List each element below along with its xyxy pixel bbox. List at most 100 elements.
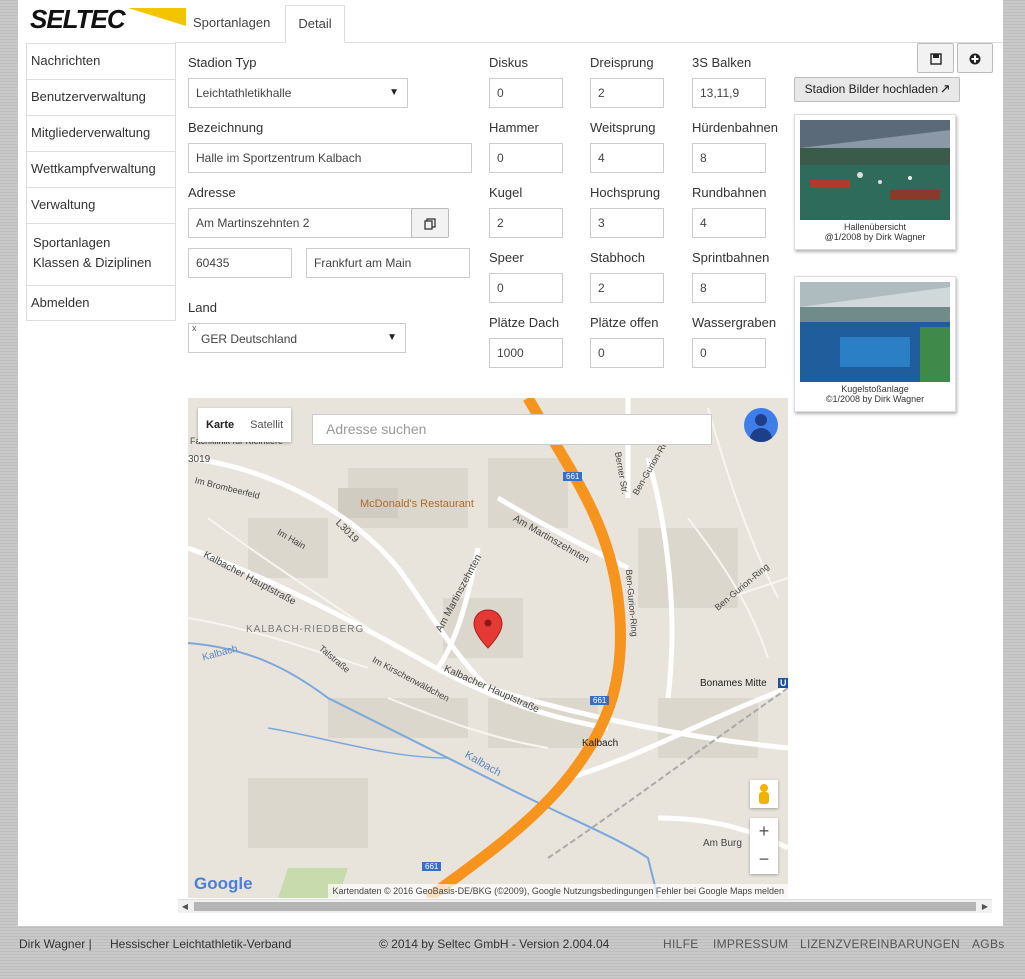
photo-kugelstoss [800,282,950,382]
facility-input[interactable]: 0 [590,338,664,368]
sidebar-item-abmelden[interactable]: Abmelden [26,285,176,321]
sidebar-subitem-sportanlagen[interactable]: Sportanlagen [33,233,171,253]
map-type-satellit[interactable]: Satellit [242,408,291,442]
sidebar-item-wettkampfverwaltung[interactable]: Wettkampfverwaltung [26,151,176,187]
scroll-left-icon[interactable]: ◀ [178,900,192,913]
zoom-out-button[interactable]: − [750,846,778,874]
footer: Dirk Wagner | Hessischer Leichtathletik-… [0,926,1025,979]
facility-input[interactable]: 0 [692,338,766,368]
horizontal-scrollbar[interactable]: ◀ ▶ [178,899,992,913]
sidebar-item-nachrichten[interactable]: Nachrichten [26,43,176,79]
bezeichnung-label: Bezeichnung [188,120,264,135]
tab-detail[interactable]: Detail [285,5,345,43]
city-input[interactable]: Frankfurt am Main [306,248,470,278]
upload-images-button[interactable]: Stadion Bilder hochladen 🡕 [794,77,960,102]
arrow-up-icon: 🡕 [941,82,950,96]
facility-label: Stabhoch [590,250,645,265]
sidebar-subitem-klassen[interactable]: Klassen & Diziplinen [33,253,171,273]
land-label: Land [188,300,217,315]
google-map[interactable]: McDonald's Restaurant Am Martinszehnten … [188,398,788,898]
bezeichnung-input[interactable]: Halle im Sportzentrum Kalbach [188,143,472,173]
map-type-control: Karte Satellit [198,408,292,442]
sidebar-item-verwaltung[interactable]: Verwaltung [26,187,176,223]
zoom-in-button[interactable]: + [750,818,778,846]
facility-label: Plätze Dach [489,315,560,330]
plus-circle-icon [969,53,981,65]
zip-input[interactable]: 60435 [188,248,292,278]
facility-label: Kugel [489,185,523,200]
facility-input[interactable]: 8 [692,143,766,173]
photo-caption-2: Kugelstoßanlage [841,384,909,394]
facility-input[interactable]: 0 [489,78,563,108]
add-button[interactable] [957,43,993,73]
facility-input[interactable]: 2 [489,208,563,238]
photo-hallenuebersicht [800,120,950,220]
facility-label: Hürdenbahnen [692,120,779,135]
facility-input[interactable]: 0 [489,273,563,303]
adresse-label: Adresse [188,185,236,200]
facility-label: Wassergraben [692,315,777,330]
seltec-logo: SELTEC [30,4,186,34]
footer-copyright: © 2014 by Seltec GmbH - Version 2.004.04 [379,937,610,951]
footer-org: Hessischer Leichtathletik-Verband [110,937,292,951]
map-type-karte[interactable]: Karte [198,408,242,442]
photo-card-kugelstoss[interactable]: Kugelstoßanlage ©1/2008 by Dirk Wagner [794,276,956,412]
pegman-icon[interactable] [750,780,778,808]
copy-icon [424,218,436,230]
logo-text: SELTEC [30,4,126,34]
facility-input[interactable]: 3 [590,208,664,238]
tab-bar: Sportanlagen Detail [175,5,1003,43]
facility-input[interactable]: 1000 [489,338,563,368]
facility-label: Sprintbahnen [692,250,770,265]
stadion-typ-label: Stadion Typ [188,55,257,70]
scrollbar-thumb[interactable] [194,902,976,911]
user-location-icon[interactable] [744,408,778,442]
stadion-typ-select[interactable]: Leichtathletikhalle ▼ [188,78,408,108]
upload-label: Stadion Bilder hochladen [804,82,939,96]
google-logo: Google [194,874,253,893]
footer-user: Dirk Wagner | [19,937,92,951]
facility-input[interactable]: 13,11,9 [692,78,766,108]
photo-caption-1: Hallenübersicht [843,222,907,232]
facility-input[interactable]: 4 [692,208,766,238]
sidebar-item-mitgliederverwaltung[interactable]: Mitgliederverwaltung [26,115,176,151]
facility-input[interactable]: 4 [590,143,664,173]
facility-label: 3S Balken [692,55,752,70]
sidebar: Nachrichten Benutzerverwaltung Mitgliede… [26,43,176,321]
tab-sportanlagen[interactable]: Sportanlagen [179,5,283,43]
street-input[interactable]: Am Martinszehnten 2 [188,208,412,238]
save-icon [929,53,942,65]
map-canvas [188,398,788,898]
facility-input[interactable]: 8 [692,273,766,303]
map-search-input[interactable]: Adresse suchen [312,414,712,445]
facility-label: Rundbahnen [692,185,767,200]
facility-label: Hochsprung [590,185,661,200]
facility-label: Diskus [489,55,529,70]
photo-credit-2: ©1/2008 by Dirk Wagner [825,394,925,404]
facility-label: Speer [489,250,524,265]
facility-label: Plätze offen [590,315,659,330]
sidebar-item-benutzerverwaltung[interactable]: Benutzerverwaltung [26,79,176,115]
sidebar-submenu: Sportanlagen Klassen & Diziplinen [26,223,176,285]
caret-down-icon: ▼ [387,332,397,343]
scroll-right-icon[interactable]: ▶ [978,900,992,913]
map-attribution[interactable]: Kartendaten © 2016 GeoBasis-DE/BKG (©200… [328,884,788,898]
land-clear-icon[interactable]: x [192,324,197,342]
facility-input[interactable]: 0 [489,143,563,173]
caret-down-icon: ▼ [389,87,399,98]
footer-link-hilfe[interactable]: HILFE [663,937,699,951]
save-button[interactable] [917,43,954,73]
footer-link-impressum[interactable]: IMPRESSUM [713,937,788,951]
zoom-control: + − [750,818,778,874]
copy-address-button[interactable] [411,208,449,238]
footer-link-lizenz[interactable]: LIZENZVEREINBARUNGEN [800,937,960,951]
land-select[interactable]: x GER Deutschland ▼ [188,323,406,353]
facility-label: Dreisprung [590,55,654,70]
photo-credit-1: @1/2008 by Dirk Wagner [824,232,926,242]
facility-label: Weitsprung [590,120,656,135]
photo-card-hallenuebersicht[interactable]: Hallenübersicht @1/2008 by Dirk Wagner [794,114,956,250]
footer-link-agbs[interactable]: AGBs [972,937,1005,951]
facility-input[interactable]: 2 [590,78,664,108]
main-page: SELTEC Sportanlagen Detail Nachrichten B… [18,0,1003,926]
facility-input[interactable]: 2 [590,273,664,303]
